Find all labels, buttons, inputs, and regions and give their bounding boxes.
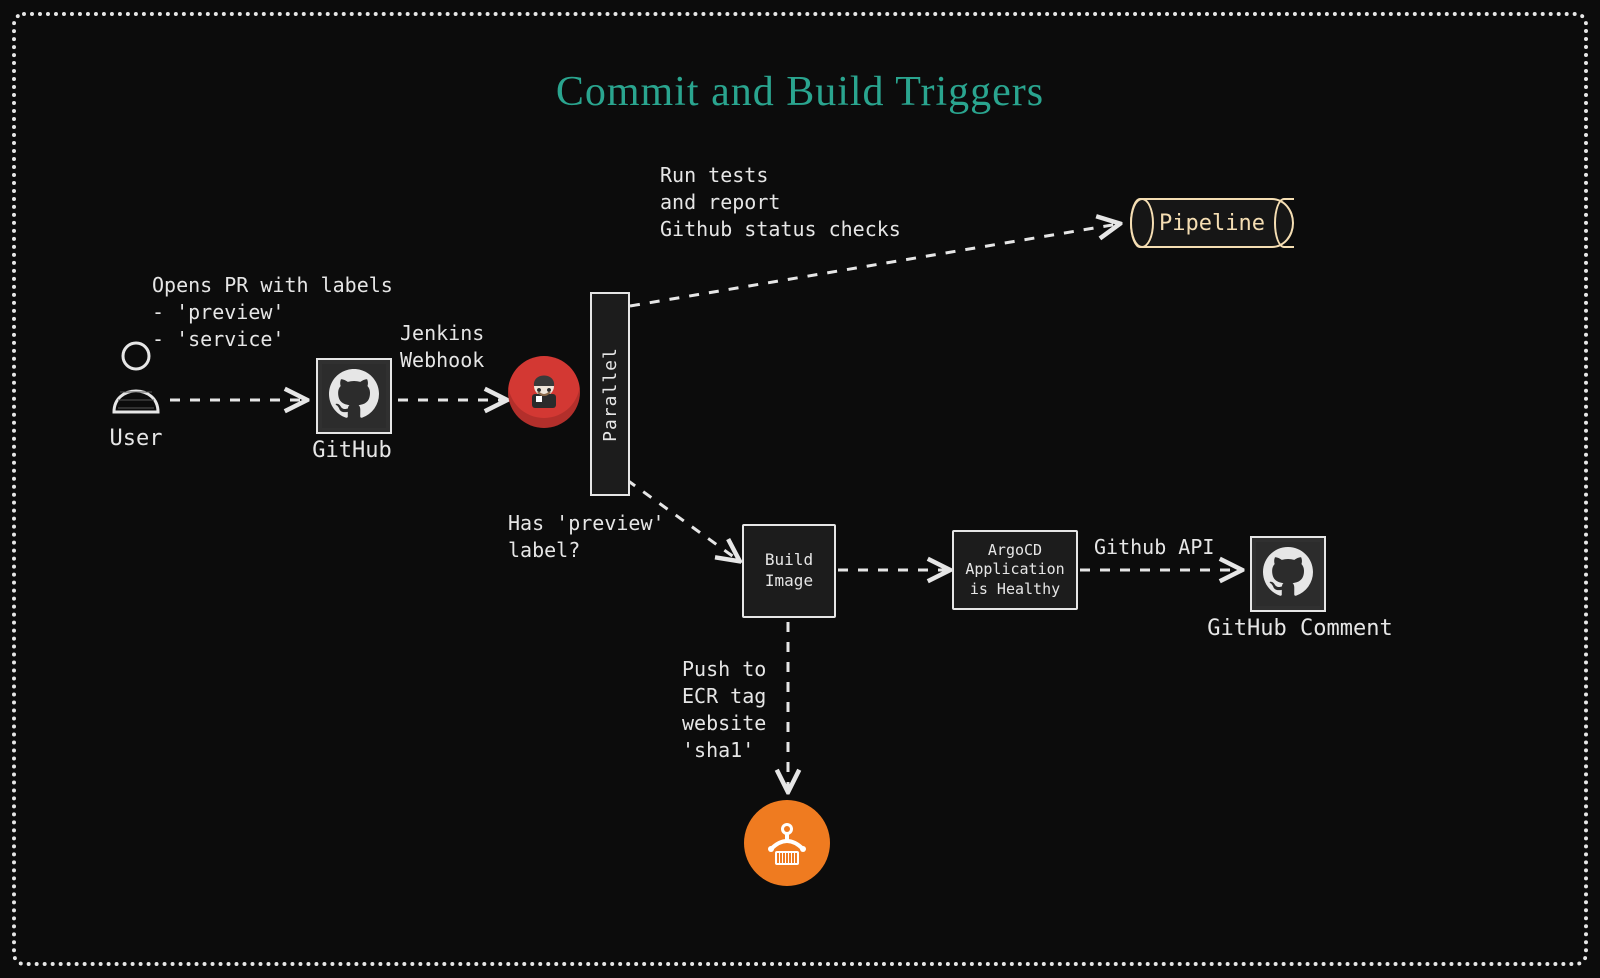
github-icon (1263, 547, 1313, 601)
github-comment-label: GitHub Comment (1200, 616, 1400, 641)
pipeline-node: Pipeline (1130, 198, 1294, 248)
user-label: User (56, 426, 216, 451)
pipeline-label: Pipeline (1159, 211, 1265, 236)
argocd-label: ArgoCDApplicationis Healthy (965, 541, 1064, 600)
github-label: GitHub (272, 438, 432, 463)
diagram-title: Commit and Build Triggers (0, 68, 1600, 116)
parallel-node: Parallel (590, 292, 630, 496)
build-image-label: BuildImage (765, 550, 813, 592)
edge-to-pipeline: Run testsand reportGithub status checks (660, 162, 901, 243)
jenkins-icon (508, 356, 580, 428)
build-image-node: BuildImage (742, 524, 836, 618)
edge-user-github: Opens PR with labels- 'preview'- 'servic… (152, 272, 393, 353)
github-icon (329, 369, 379, 423)
edge-argocd-github: Github API (1094, 534, 1214, 561)
edge-build-ecr: Push toECR tagwebsite'sha1' (682, 656, 766, 764)
parallel-label: Parallel (600, 347, 621, 442)
github-comment-node (1250, 536, 1326, 612)
github-node (316, 358, 392, 434)
ecr-icon (744, 800, 830, 886)
edge-github-jenkins: JenkinsWebhook (400, 320, 484, 374)
argocd-node: ArgoCDApplicationis Healthy (952, 530, 1078, 610)
edge-to-build: Has 'preview'label? (508, 510, 665, 564)
